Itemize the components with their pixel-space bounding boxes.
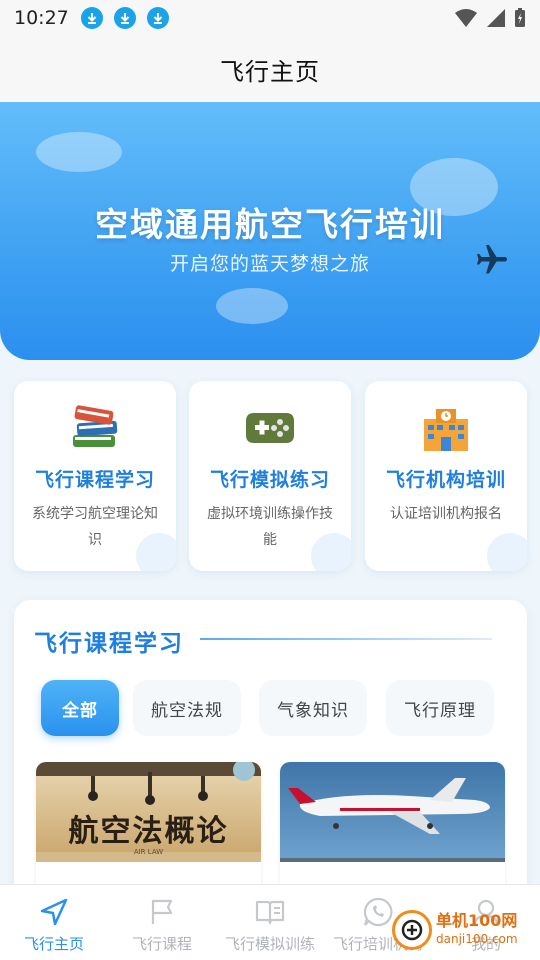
watermark-line1: 单机100网: [436, 911, 518, 930]
download-icon: [146, 7, 169, 29]
course-thumbnail: 航空法概论 AIR LAW: [36, 762, 261, 862]
nav-label: 飞行课程: [131, 935, 192, 953]
watermark-text: 单机100网 danji100.com: [436, 912, 518, 948]
wifi-icon: [454, 8, 478, 32]
cloud-decoration: [216, 288, 288, 324]
airplane-icon: [474, 242, 510, 282]
download-icon: [113, 7, 136, 29]
feature-title: 飞行模拟练习: [209, 469, 330, 491]
app-header: 飞行主页: [0, 36, 540, 102]
nav-label: 飞行主页: [23, 935, 84, 953]
tab-aviation-law[interactable]: 航空法规: [133, 680, 241, 736]
decorative-bubble: [311, 533, 351, 571]
status-bar: 10:27: [0, 0, 540, 36]
school-building-icon: [420, 403, 472, 453]
feature-card-course[interactable]: 飞行课程学习 系统学习航空理论知识: [14, 381, 176, 571]
feature-desc: 认证培训机构报名: [390, 506, 502, 522]
section-divider: [200, 638, 492, 640]
book-icon: [253, 895, 287, 929]
decorative-bubble: [136, 533, 176, 571]
feature-card-institution[interactable]: 飞行机构培训 认证培训机构报名: [365, 381, 527, 571]
hero-subtitle: 开启您的蓝天梦想之旅: [169, 253, 370, 275]
nav-item-courses[interactable]: 飞行课程: [108, 885, 216, 960]
nav-label: 飞行模拟训练: [224, 935, 315, 953]
download-icon: [80, 7, 103, 29]
watermark-line2: danji100.com: [436, 932, 518, 946]
course-thumb-subtitle: AIR LAW: [133, 848, 164, 856]
decorative-bubble: [487, 533, 527, 571]
feature-card-simulation[interactable]: 飞行模拟练习 虚拟环境训练操作技能: [189, 381, 351, 571]
status-icons: [454, 8, 526, 32]
nav-item-home[interactable]: 飞行主页: [0, 885, 108, 960]
watermark-logo: [392, 910, 432, 950]
gamepad-icon: [244, 403, 296, 453]
feature-title: 飞行课程学习: [34, 469, 155, 491]
hero-banner: 空域通用航空飞行培训 开启您的蓝天梦想之旅: [0, 102, 540, 360]
nav-item-simulation[interactable]: 飞行模拟训练: [216, 885, 324, 960]
watermark: 单机100网 danji100.com: [392, 910, 518, 950]
course-thumbnail: [280, 762, 505, 862]
course-thumb-title: 航空法概论: [68, 814, 229, 849]
status-time: 10:27: [14, 7, 69, 29]
flag-icon: [145, 895, 179, 929]
tab-flight-principles[interactable]: 飞行原理: [386, 680, 494, 736]
feature-title: 飞行机构培训: [385, 469, 506, 491]
navigation-arrow-icon: [37, 895, 71, 929]
section-title: 飞行课程学习: [34, 631, 184, 657]
tab-all[interactable]: 全部: [41, 680, 119, 736]
tab-meteorology[interactable]: 气象知识: [259, 680, 367, 736]
signal-icon: [486, 8, 506, 32]
books-icon: [69, 403, 121, 453]
hero-title: 空域通用航空飞行培训: [95, 205, 445, 244]
whatsapp-icon: [361, 895, 395, 929]
cloud-decoration: [36, 132, 122, 172]
page-title: 飞行主页: [220, 57, 320, 86]
battery-icon: [514, 8, 526, 32]
